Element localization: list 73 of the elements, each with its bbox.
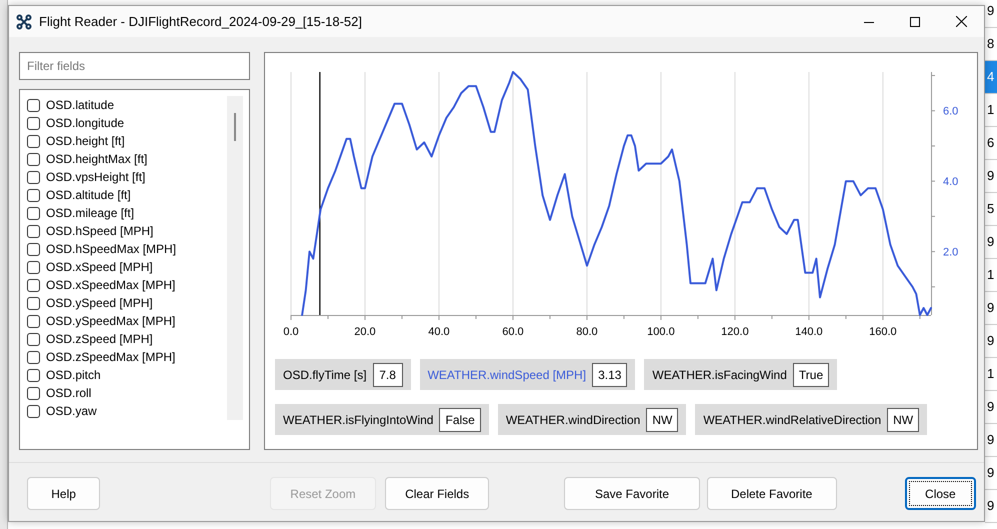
field-label: OSD.zSpeedMax [MPH]: [46, 349, 176, 366]
checkbox[interactable]: [27, 170, 40, 184]
field-label: OSD.ySpeed [MPH]: [46, 295, 153, 312]
field-label: OSD.vpsHeight [ft]: [46, 169, 146, 186]
checkbox[interactable]: [27, 314, 40, 328]
readout-value: True: [792, 362, 830, 386]
x-tick-label: 120.0: [721, 326, 749, 338]
readout-value: 3.13: [592, 362, 628, 386]
checkbox[interactable]: [27, 206, 40, 220]
field-label: OSD.zSpeed [MPH]: [46, 331, 153, 348]
field-label: OSD.mileage [ft]: [46, 205, 134, 222]
field-label: OSD.roll: [46, 385, 92, 402]
table-cell: 4: [985, 61, 997, 94]
field-label: OSD.pitch: [46, 367, 101, 384]
checkbox[interactable]: [27, 242, 40, 256]
field-label: OSD.height [ft]: [46, 133, 125, 150]
checkbox[interactable]: [27, 386, 40, 400]
field-label: OSD.latitude: [46, 97, 114, 114]
checkbox[interactable]: [27, 116, 40, 130]
close-icon: [956, 16, 966, 27]
checkbox[interactable]: [27, 332, 40, 346]
checkbox[interactable]: [27, 98, 40, 112]
field-label: OSD.hSpeed [MPH]: [46, 223, 154, 240]
checkbox[interactable]: [27, 350, 40, 364]
checkbox[interactable]: [27, 296, 40, 310]
x-tick-label: 60.0: [502, 326, 524, 338]
field-label: OSD.yaw: [46, 403, 97, 420]
readout-label: WEATHER.isFacingWind: [652, 366, 787, 384]
checkbox[interactable]: [27, 404, 40, 418]
scrollbar-thumb[interactable]: [234, 113, 236, 141]
drone-icon: [16, 14, 32, 30]
dialog-button[interactable]: Close: [904, 477, 976, 510]
checkbox[interactable]: [27, 368, 40, 382]
readout-label: WEATHER.windRelativeDirection: [703, 412, 882, 428]
y-tick-label: 4.0: [943, 176, 958, 188]
x-tick-label: 140.0: [795, 326, 823, 338]
checkbox[interactable]: [27, 278, 40, 292]
window-title: Flight Reader - DJIFlightRecord_2024-09-29_[15-18-52]: [39, 12, 362, 31]
readout-value: 7.8: [372, 362, 403, 386]
checkbox[interactable]: [27, 152, 40, 166]
x-tick-label: 0.0: [283, 326, 299, 338]
field-label: OSD.hSpeedMax [MPH]: [46, 241, 176, 258]
maximize-icon: [910, 16, 920, 26]
readout-label: WEATHER.isFlyingIntoWind: [283, 412, 434, 428]
field-label: OSD.xSpeed [MPH]: [46, 259, 153, 276]
readout-value: NW: [646, 408, 678, 432]
dialog-button[interactable]: Help: [27, 477, 100, 510]
readout-value: False: [439, 408, 481, 432]
field-label: OSD.xSpeedMax [MPH]: [46, 277, 176, 294]
checkbox[interactable]: [27, 224, 40, 238]
dialog-button[interactable]: Delete Favorite: [706, 477, 837, 510]
dialog-button[interactable]: Save Favorite: [564, 477, 700, 510]
readout-label: OSD.flyTime [s]: [283, 366, 367, 384]
filter-field[interactable]: Filter fields: [19, 52, 250, 80]
field-label: OSD.ySpeedMax [MPH]: [46, 313, 176, 330]
checkbox[interactable]: [27, 134, 40, 148]
x-tick-label: 160.0: [869, 326, 897, 338]
checkbox[interactable]: [27, 188, 40, 202]
field-label: OSD.altitude [ft]: [46, 187, 131, 204]
scrollbar[interactable]: [227, 96, 243, 420]
y-tick-label: 2.0: [943, 246, 958, 259]
readout-label: WEATHER.windSpeed [MPH]: [428, 366, 586, 384]
x-tick-label: 40.0: [428, 326, 450, 338]
readout-label: WEATHER.windDirection: [506, 412, 640, 428]
checkbox[interactable]: [27, 260, 40, 274]
y-tick-label: 6.0: [943, 106, 958, 118]
x-tick-label: 100.0: [647, 326, 675, 338]
readout-value: NW: [887, 408, 920, 432]
field-label: OSD.longitude: [46, 115, 124, 132]
x-tick-label: 20.0: [354, 326, 376, 338]
x-tick-label: 80.0: [576, 326, 598, 338]
field-label: OSD.heightMax [ft]: [46, 151, 148, 168]
dialog-button[interactable]: Clear Fields: [384, 477, 490, 510]
